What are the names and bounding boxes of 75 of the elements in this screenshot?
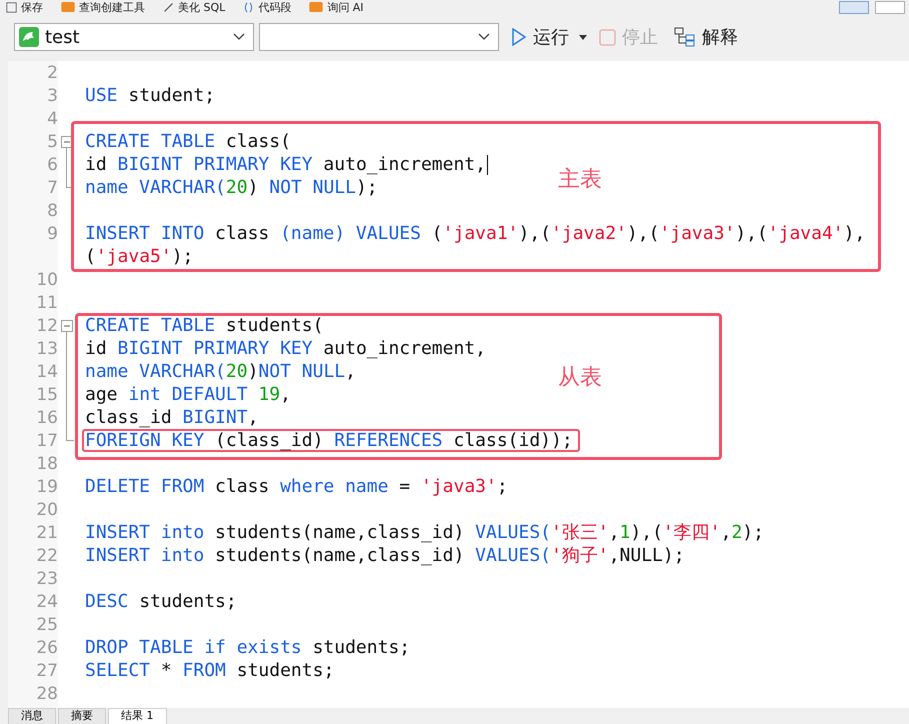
view-toggle-button[interactable]: [839, 0, 869, 14]
fold-guide: [66, 147, 74, 188]
line-number: 19: [36, 476, 58, 496]
line-number: 7: [47, 178, 58, 198]
tag-icon: [309, 2, 324, 12]
line-number: 14: [36, 362, 58, 382]
line-number: 15: [36, 384, 58, 404]
code-line: FOREIGN KEY (class_id) REFERENCES class(id));: [85, 430, 573, 450]
line-number: 5: [47, 132, 58, 152]
hierarchy-icon: [674, 27, 696, 47]
code-line: id BIGINT PRIMARY KEY auto_increment,: [85, 154, 486, 174]
play-icon: [511, 28, 527, 46]
line-number: 3: [47, 86, 58, 106]
annotation-label: 主表: [558, 166, 602, 194]
code-line: CREATE TABLE students(: [85, 316, 324, 336]
code-line: SELECT * FROM students;: [85, 660, 334, 680]
code-line: ('java5');: [85, 246, 194, 266]
code-line: USE student;: [85, 86, 216, 106]
chevron-down-icon: [478, 33, 490, 41]
result-tab[interactable]: 消息: [8, 708, 56, 724]
code-line: CREATE TABLE class(: [85, 132, 291, 152]
collapse-icon[interactable]: [61, 320, 73, 332]
line-number: 23: [36, 568, 58, 588]
toolbar-button[interactable]: 查询创建工具: [79, 0, 145, 14]
result-tab[interactable]: 结果 1: [108, 708, 166, 724]
toolbar-button[interactable]: 询问 AI: [327, 0, 364, 14]
code-line: class_id BIGINT,: [85, 408, 258, 428]
line-number: 9: [47, 224, 58, 244]
result-tab[interactable]: 摘要: [58, 708, 106, 724]
line-number: 21: [36, 522, 58, 542]
line-number: 26: [36, 638, 58, 658]
code-line: age int DEFAULT 19,: [85, 384, 291, 404]
brackets-icon: [243, 2, 254, 12]
chevron-down-icon: [233, 33, 245, 41]
dolphin-icon: [19, 27, 39, 47]
code-line: name VARCHAR(20)NOT NULL,: [85, 362, 356, 382]
toolbar-button[interactable]: 美化 SQL: [178, 0, 226, 14]
code-line: INSERT INTO class (name) VALUES ('java1'),('java2'),('java3'),('java4'),: [85, 224, 866, 244]
line-number: 24: [36, 592, 58, 612]
code-line: name VARCHAR(20) NOT NULL);: [85, 178, 378, 198]
line-number: 16: [36, 408, 58, 428]
line-number: 22: [36, 546, 58, 566]
line-number: 8: [47, 200, 58, 220]
line-number: 13: [36, 338, 58, 358]
code-line: DESC students;: [85, 592, 237, 612]
line-number: 28: [36, 684, 58, 704]
toolbar-button[interactable]: 代码段: [258, 0, 292, 14]
collapse-icon[interactable]: [61, 136, 73, 148]
line-number: 17: [36, 430, 58, 450]
explain-button[interactable]: 解释: [670, 23, 742, 51]
line-number: 25: [36, 614, 58, 634]
line-number: 27: [36, 660, 58, 680]
view-toggle-button[interactable]: [875, 0, 905, 14]
toolbar-button[interactable]: 保存: [21, 0, 43, 14]
line-number: 20: [36, 500, 58, 520]
line-number: 11: [36, 292, 58, 312]
code-line: DROP TABLE if exists students;: [85, 638, 410, 658]
database-select[interactable]: test: [14, 23, 254, 51]
line-number: 6: [47, 154, 58, 174]
caret-icon[interactable]: [579, 34, 587, 40]
wand-icon: [163, 2, 174, 12]
annotation-label: 从表: [558, 364, 602, 392]
code-line: INSERT into students(name,class_id) VALUES('狗子',NULL);: [85, 546, 685, 566]
line-number: 10: [36, 270, 58, 290]
code-line: id BIGINT PRIMARY KEY auto_increment,: [85, 338, 486, 358]
line-number: 4: [47, 108, 58, 128]
code-line: INSERT into students(name,class_id) VALUES('张三',1),('李四',2);: [85, 522, 764, 542]
code-line: DELETE FROM class where name = 'java3';: [85, 476, 508, 496]
document-icon: [6, 2, 17, 12]
line-number: 2: [47, 62, 58, 82]
line-number: 12: [36, 316, 58, 336]
line-number: 18: [36, 454, 58, 474]
run-button[interactable]: 运行: [507, 23, 573, 51]
square-icon: [599, 28, 616, 46]
tag-icon: [61, 2, 75, 12]
